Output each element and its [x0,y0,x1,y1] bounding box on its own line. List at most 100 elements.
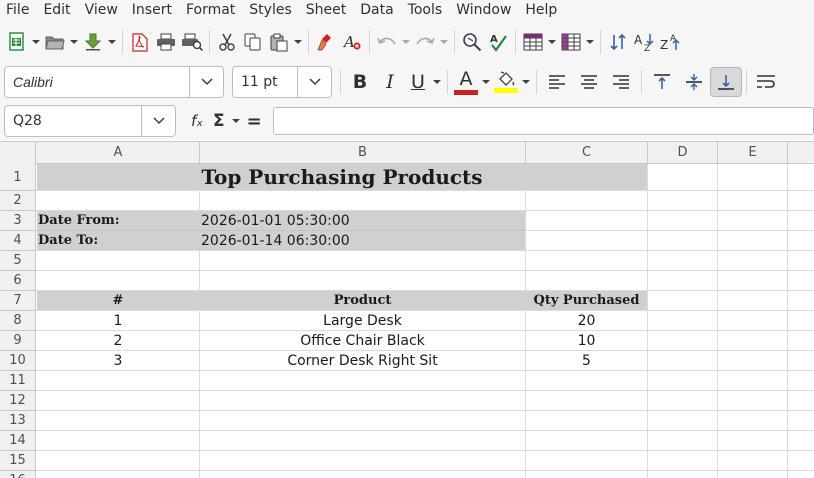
row-header-2[interactable]: 2 [0,191,36,211]
table-cell-product[interactable]: Office Chair Black [200,331,525,351]
font-size-value[interactable]: 11 pt [233,74,297,90]
sum-button[interactable]: Σ [208,111,230,131]
save-download-icon[interactable] [80,27,106,57]
clear-formatting-icon[interactable]: A [339,27,365,57]
row-header-14[interactable]: 14 [0,431,36,451]
sort-icon[interactable] [605,27,631,57]
name-box[interactable]: Q28 [4,105,176,137]
select-all-corner[interactable] [0,142,36,164]
paste-clipboard-icon[interactable] [266,27,292,57]
align-center-icon[interactable] [573,67,605,97]
menu-view[interactable]: View [78,0,125,22]
row-header-13[interactable]: 13 [0,411,36,431]
row-header-6[interactable]: 6 [0,271,36,291]
row-header-11[interactable]: 11 [0,371,36,391]
menu-window[interactable]: Window [449,0,518,22]
sort-descending-icon[interactable]: ZA [657,27,683,57]
name-box-value[interactable]: Q28 [5,113,141,129]
bold-button[interactable]: B [345,67,375,97]
menu-styles[interactable]: Styles [242,0,298,22]
row-header-4[interactable]: 4 [0,231,36,251]
highlight-color-button[interactable] [492,67,520,97]
align-right-icon[interactable] [605,67,637,97]
column-header-b[interactable]: B [200,142,526,164]
redo-icon[interactable] [412,27,438,57]
font-size-combo[interactable]: 11 pt [232,66,332,98]
new-spreadsheet-icon[interactable] [4,27,30,57]
column-header-e[interactable]: E [718,142,788,164]
table-cell-product[interactable]: Large Desk [200,311,525,331]
row-header-3[interactable]: 3 [0,211,36,231]
row-header-12[interactable]: 12 [0,391,36,411]
column-header-a[interactable]: A [37,142,200,164]
open-dropdown-icon[interactable] [68,27,80,57]
sort-ascending-icon[interactable]: AZ [631,27,657,57]
cut-scissors-icon[interactable] [214,27,240,57]
menu-insert[interactable]: Insert [125,0,179,22]
italic-button[interactable]: I [375,67,405,97]
find-replace-icon[interactable] [459,27,485,57]
highlight-dropdown-icon[interactable] [520,67,532,97]
menu-help[interactable]: Help [518,0,564,22]
spreadsheet-grid[interactable]: A B C D E 1 2 3 4 5 6 7 8 9 10 11 12 13 … [0,141,814,478]
print-preview-icon[interactable] [179,27,205,57]
row-grid-icon[interactable] [520,27,546,57]
menu-file[interactable]: File [0,0,36,22]
underline-dropdown-icon[interactable] [431,67,443,97]
column-header-d[interactable]: D [648,142,718,164]
menu-sheet[interactable]: Sheet [299,0,353,22]
export-pdf-icon[interactable] [127,27,153,57]
column-grid-icon[interactable] [558,27,584,57]
table-cell-qty[interactable]: 5 [526,351,647,371]
row-header-7[interactable]: 7 [0,291,36,311]
function-wizard-button[interactable]: fₓ [186,112,208,130]
align-left-icon[interactable] [541,67,573,97]
open-folder-icon[interactable] [42,27,68,57]
clone-formatting-brush-icon[interactable] [313,27,339,57]
print-icon[interactable] [153,27,179,57]
menu-edit[interactable]: Edit [36,0,77,22]
font-size-dropdown-icon[interactable] [297,67,331,97]
header-qty-purchased[interactable]: Qty Purchased [526,291,647,311]
row-header-16[interactable]: 16 [0,471,36,478]
underline-button[interactable]: U [405,67,431,97]
new-dropdown-icon[interactable] [30,27,42,57]
table-cell-qty[interactable]: 20 [526,311,647,331]
row-header-1[interactable]: 1 [0,164,36,191]
font-color-dropdown-icon[interactable] [480,67,492,97]
table-cell-qty[interactable]: 10 [526,331,647,351]
name-box-dropdown-icon[interactable] [141,106,175,136]
date-from-label[interactable]: Date From: [38,211,198,231]
menu-data[interactable]: Data [353,0,400,22]
font-name-dropdown-icon[interactable] [189,67,223,97]
header-number[interactable]: # [37,291,199,311]
row-header-10[interactable]: 10 [0,351,36,371]
center-vertically-icon[interactable] [678,67,710,97]
redo-dropdown-icon[interactable] [438,27,450,57]
table-cell-number[interactable]: 2 [37,331,199,351]
paste-dropdown-icon[interactable] [292,27,304,57]
menu-format[interactable]: Format [179,0,242,22]
font-color-button[interactable]: A [452,67,480,97]
date-to-label[interactable]: Date To: [38,231,198,251]
row-dropdown-icon[interactable] [546,27,558,57]
copy-icon[interactable] [240,27,266,57]
font-name-value[interactable]: Calibri [5,74,189,90]
table-cell-number[interactable]: 3 [37,351,199,371]
formula-input[interactable] [272,107,814,135]
date-from-value[interactable]: 2026-01-01 05:30:00 [201,211,521,231]
date-to-value[interactable]: 2026-01-14 06:30:00 [201,231,521,251]
formula-button[interactable]: = [242,111,267,132]
column-dropdown-icon[interactable] [584,27,596,57]
menu-tools[interactable]: Tools [401,0,450,22]
report-title[interactable]: Top Purchasing Products [37,164,647,190]
undo-dropdown-icon[interactable] [400,27,412,57]
undo-icon[interactable] [374,27,400,57]
table-cell-number[interactable]: 1 [37,311,199,331]
table-cell-product[interactable]: Corner Desk Right Sit [200,351,525,371]
row-header-15[interactable]: 15 [0,451,36,471]
row-header-8[interactable]: 8 [0,311,36,331]
sum-dropdown-icon[interactable] [230,106,242,136]
align-bottom-icon[interactable] [710,67,742,97]
align-top-icon[interactable] [646,67,678,97]
